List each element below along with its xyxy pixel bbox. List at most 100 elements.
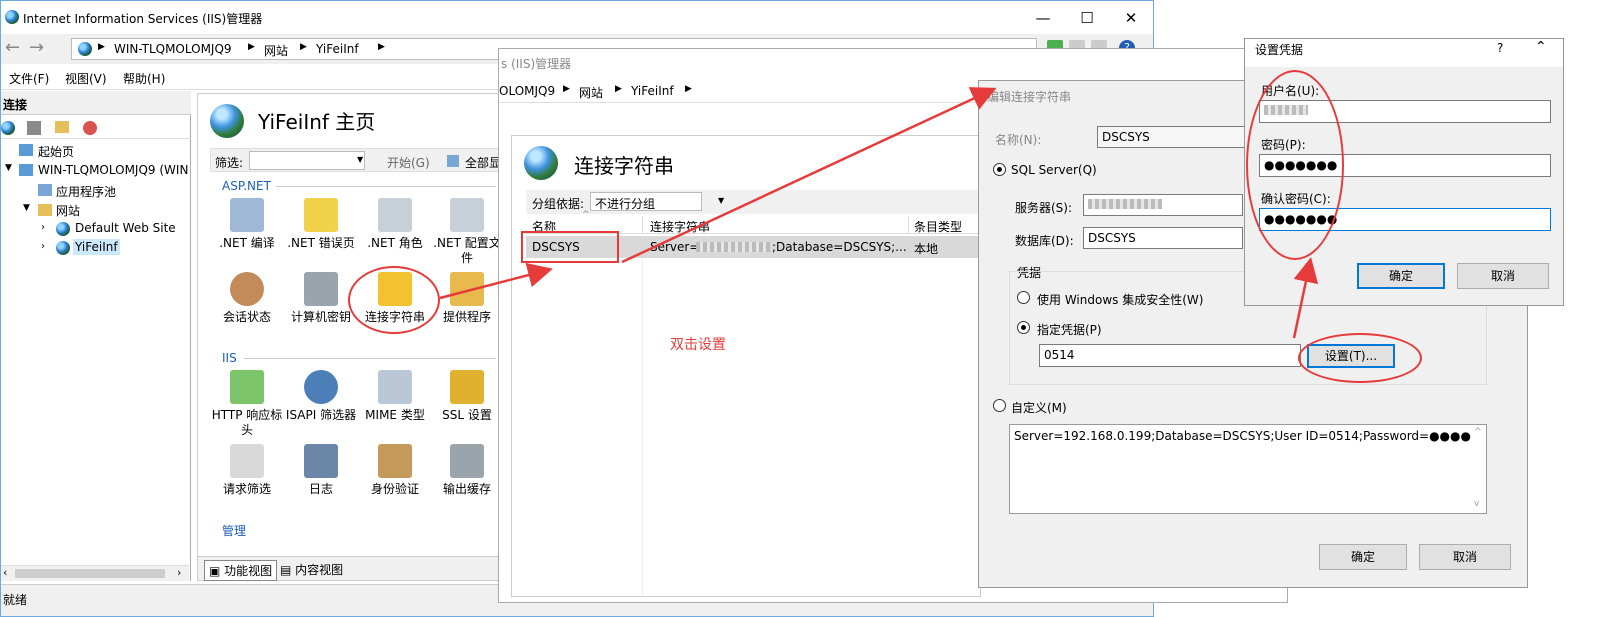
tree-item-default-site[interactable]: Default Web Site: [75, 221, 176, 235]
tab-content-view[interactable]: ▤ 内容视图: [280, 561, 343, 578]
scroll-left-icon[interactable]: ‹: [3, 566, 7, 579]
back-arrow-icon[interactable]: ←: [5, 37, 20, 58]
feature-net-roles[interactable]: .NET 角色: [358, 198, 432, 251]
chevron-down-icon[interactable]: ▼: [23, 203, 30, 213]
group-by-select[interactable]: 不进行分组: [590, 192, 702, 211]
windows-auth-radio[interactable]: [1017, 291, 1030, 304]
feature-output-caching[interactable]: 输出缓存: [430, 444, 504, 497]
feature-logging[interactable]: 日志: [284, 444, 358, 497]
feature-net-compile[interactable]: .NET 编译: [210, 198, 284, 251]
feature-session-state[interactable]: 会话状态: [210, 272, 284, 325]
filter-bar: 筛选: ▼ 开始(G) 全部显: [210, 148, 502, 172]
menu-file[interactable]: 文件(F): [9, 70, 49, 87]
breadcrumb-site[interactable]: YiFeiInf: [316, 42, 359, 56]
connections-scrollbar[interactable]: ‹ ›: [1, 565, 189, 581]
column-type[interactable]: 条目类型: [914, 218, 962, 235]
breadcrumb-server[interactable]: WIN-TLQMOLOMJQ9: [114, 42, 232, 56]
annotation-circle-connection-strings: [348, 266, 440, 334]
feature-isapi-filters[interactable]: ISAPI 筛选器: [284, 370, 358, 423]
feature-request-filtering[interactable]: 请求筛选: [210, 444, 284, 497]
connections-title: 连接: [3, 98, 28, 112]
mime-icon: [378, 370, 412, 404]
site-globe-icon: [210, 104, 244, 138]
server-input[interactable]: [1083, 194, 1243, 216]
feature-providers[interactable]: 提供程序: [430, 272, 504, 325]
specify-credentials-radio[interactable]: [1017, 321, 1030, 334]
scroll-up-icon[interactable]: ^: [1474, 427, 1482, 437]
menu-view[interactable]: 视图(V): [65, 70, 107, 87]
features-pane: YiFeiInf 主页 筛选: ▼ 开始(G) 全部显 ASP.NET I .N…: [197, 93, 504, 581]
filter-dropdown-icon[interactable]: ▼: [357, 155, 363, 164]
section-manage: 管理: [222, 524, 247, 538]
show-all-icon[interactable]: [447, 155, 459, 167]
tree-item-yifeiinf[interactable]: YiFeiInf: [73, 239, 120, 255]
breadcrumb-site[interactable]: YiFeiInf: [631, 84, 674, 98]
show-all-button[interactable]: 全部显: [465, 154, 501, 171]
minimize-button[interactable]: —: [1021, 3, 1065, 33]
chevron-right-icon[interactable]: ›: [41, 241, 45, 252]
tree-item-sites[interactable]: 网站: [56, 202, 80, 219]
custom-radio[interactable]: [993, 399, 1006, 412]
disconnect-icon[interactable]: [83, 121, 97, 135]
cancel-button[interactable]: 取消: [1419, 544, 1511, 570]
chevron-down-icon[interactable]: ▼: [718, 196, 724, 205]
second-title-bar: s (IIS)管理器: [499, 49, 1287, 75]
ok-button[interactable]: 确定: [1319, 544, 1407, 570]
chevron-right-icon[interactable]: ›: [41, 222, 45, 233]
save-icon[interactable]: [27, 121, 41, 135]
collapse-icon[interactable]: ⌃: [1535, 39, 1547, 55]
session-icon: [230, 272, 264, 306]
group-by-label: 分组依据:: [532, 197, 585, 211]
machine-key-icon: [304, 272, 338, 306]
feature-http-headers[interactable]: HTTP 响应标头: [210, 370, 284, 438]
scroll-down-icon[interactable]: v: [1474, 499, 1479, 509]
cred-ok-button[interactable]: 确定: [1357, 263, 1445, 289]
breadcrumb-sep-icon: ▶: [98, 42, 105, 52]
cred-title-bar: 设置凭据 ? ⌃: [1245, 39, 1563, 67]
tree-item-start-page[interactable]: 起始页: [38, 143, 74, 160]
cred-cancel-button[interactable]: 取消: [1457, 263, 1549, 289]
scroll-right-icon[interactable]: ›: [177, 566, 181, 579]
maximize-button[interactable]: ☐: [1065, 3, 1109, 33]
dialog-title: 编辑连接字符串: [987, 90, 1072, 104]
breadcrumb-sites[interactable]: 网站: [264, 42, 288, 59]
feature-net-profile[interactable]: .NET 配置文件: [430, 198, 504, 266]
chevron-down-icon[interactable]: ▼: [5, 163, 12, 173]
sql-server-radio[interactable]: [993, 163, 1006, 176]
filter-input[interactable]: [249, 151, 365, 170]
view-tabs: ▣ 功能视图 ▤ 内容视图: [198, 556, 500, 581]
breadcrumb-server[interactable]: OLOMJQ9: [499, 84, 555, 98]
status-text: 就绪: [3, 593, 28, 607]
database-input[interactable]: DSCSYS: [1083, 227, 1243, 249]
connections-header: 连接: [1, 91, 191, 115]
sites-folder-icon: [38, 204, 52, 216]
feature-mime-types[interactable]: MIME 类型: [358, 370, 432, 423]
close-button[interactable]: ✕: [1109, 3, 1153, 33]
feature-machine-key[interactable]: 计算机密钥: [284, 272, 358, 325]
tree-item-server[interactable]: WIN-TLQMOLOMJQ9 (WIN: [38, 163, 188, 177]
feature-net-error-pages[interactable]: .NET 错误页: [284, 198, 358, 251]
custom-textarea[interactable]: Server=192.168.0.199;Database=DSCSYS;Use…: [1009, 424, 1487, 514]
breadcrumb-sep-icon: ▶: [615, 84, 622, 94]
filter-start-button[interactable]: 开始(G): [387, 154, 430, 171]
feature-ssl-settings[interactable]: SSL 设置: [430, 370, 504, 423]
connect-icon[interactable]: [1, 121, 15, 135]
menu-help[interactable]: 帮助(H): [123, 70, 165, 87]
help-button[interactable]: ?: [1497, 41, 1503, 55]
http-headers-icon: [230, 370, 264, 404]
tab-features-view[interactable]: ▣ 功能视图: [204, 560, 278, 581]
breadcrumb-sites[interactable]: 网站: [579, 84, 603, 101]
title-bar: Internet Information Services (IIS)管理器 —…: [1, 1, 1153, 34]
column-conn-string[interactable]: 连接字符串: [650, 218, 710, 235]
custom-value: Server=192.168.0.199;Database=DSCSYS;Use…: [1014, 429, 1471, 443]
scroll-thumb[interactable]: [15, 569, 165, 578]
breadcrumb-sep-icon: ▶: [378, 42, 385, 52]
feature-authentication[interactable]: 身份验证: [358, 444, 432, 497]
section-aspnet: ASP.NET: [222, 179, 271, 193]
up-folder-icon[interactable]: [55, 121, 69, 133]
redacted-server: [1088, 199, 1162, 209]
forward-arrow-icon[interactable]: →: [29, 37, 44, 58]
cred-dialog-title: 设置凭据: [1255, 43, 1304, 57]
tree-item-app-pools[interactable]: 应用程序池: [56, 183, 116, 200]
lock-icon: [450, 370, 484, 404]
